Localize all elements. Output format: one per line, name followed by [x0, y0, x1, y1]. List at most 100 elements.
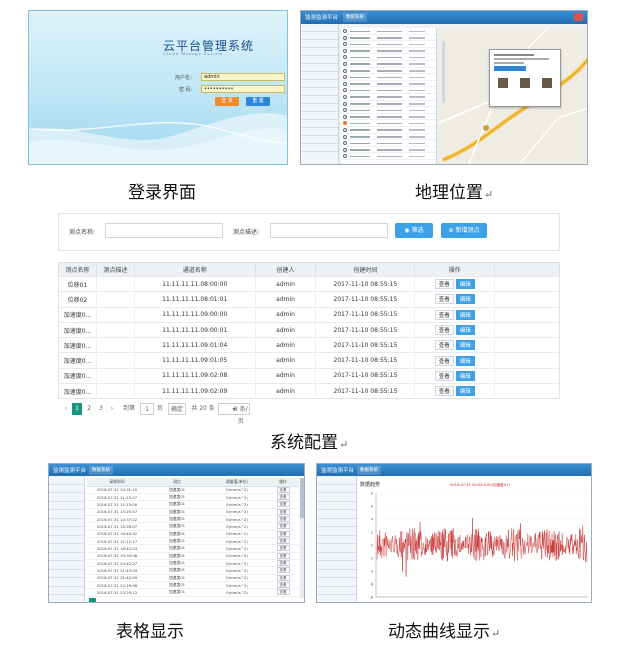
list-item[interactable]	[341, 127, 436, 134]
table-cell: admin	[255, 306, 317, 323]
edit-button[interactable]: 编辑	[455, 325, 475, 336]
list-item[interactable]	[341, 41, 436, 48]
edit-button[interactable]: 编辑	[455, 355, 475, 366]
edit-button[interactable]: 编辑	[455, 309, 475, 320]
point-name-input[interactable]	[105, 223, 223, 238]
list-item[interactable]	[341, 54, 436, 61]
view-button[interactable]: 查看	[276, 508, 290, 515]
list-item[interactable]	[341, 87, 436, 94]
page-1-button[interactable]: 1	[72, 403, 82, 415]
add-point-button[interactable]: ⊕ 新增测点	[441, 223, 487, 238]
point-name: 加速度01	[147, 544, 207, 553]
view-button[interactable]: 查看	[276, 589, 290, 596]
view-button[interactable]: 查看	[276, 582, 290, 589]
view-button[interactable]: 查看	[276, 486, 290, 493]
next-page-icon[interactable]: ›	[108, 403, 116, 415]
list-item[interactable]	[341, 48, 436, 55]
view-button[interactable]: 查看	[276, 538, 290, 545]
view-button[interactable]: 查看	[434, 370, 454, 381]
page-3-button[interactable]: 3	[96, 403, 106, 415]
list-item[interactable]	[341, 107, 436, 114]
table-cell-empty	[494, 367, 560, 384]
view-button[interactable]: 查看	[276, 560, 290, 567]
list-item[interactable]	[341, 74, 436, 81]
list-item[interactable]	[341, 120, 436, 127]
view-button[interactable]: 查看	[276, 501, 290, 508]
view-button[interactable]: 查看	[276, 545, 290, 552]
point-name: 加速度01	[147, 552, 207, 560]
list-item[interactable]	[341, 101, 436, 108]
view-button[interactable]: 查看	[434, 340, 454, 351]
table-cell: admin	[255, 291, 317, 308]
view-button[interactable]: 查看	[434, 355, 454, 366]
table-cell: 11.11.11.11.08:01:01	[134, 291, 256, 308]
list-item[interactable]	[341, 134, 436, 141]
list-item[interactable]	[341, 140, 436, 147]
view-button[interactable]: 查看	[434, 325, 454, 336]
table-cell: admin	[255, 321, 317, 338]
view-button[interactable]: 查看	[276, 516, 290, 523]
row-actions: 查看 编辑	[414, 383, 496, 399]
filter-button[interactable]: ◉ 筛选	[395, 223, 433, 238]
list-item[interactable]	[341, 94, 436, 101]
table-row: 2016-07-31 20:42:27 加速度01 0(mm/s^2) 查看	[87, 559, 299, 568]
view-button[interactable]: 查看	[276, 494, 290, 501]
col-header: 测点描述	[96, 262, 135, 277]
page-number-input[interactable]: 1	[140, 403, 154, 415]
view-button[interactable]: 查看	[434, 279, 454, 290]
view-button[interactable]: 查看	[276, 530, 290, 537]
list-item[interactable]	[341, 81, 436, 88]
row-actions: 查看	[267, 500, 299, 509]
scrollbar[interactable]	[300, 478, 304, 598]
list-item[interactable]	[341, 114, 436, 121]
list-item[interactable]	[341, 68, 436, 75]
point-desc-input[interactable]	[270, 223, 388, 238]
table-row: 2016-07-31 16:40:42 加速度01 0(mm/s^2) 查看	[87, 530, 299, 538]
app-tab[interactable]: 数据系统	[357, 466, 381, 475]
list-item[interactable]	[341, 28, 436, 35]
app-tab[interactable]: 数据系统	[89, 466, 113, 475]
edit-button[interactable]: 编辑	[455, 386, 475, 397]
view-button[interactable]: 查看	[434, 294, 454, 305]
view-button[interactable]: 查看	[276, 523, 290, 530]
table-row: 加速度0... 11.11.11.11.09:02:08 admin 2017-11-…	[58, 367, 560, 384]
row-actions: 查看	[267, 559, 299, 568]
chart-title: 数据趋势	[360, 481, 380, 488]
edit-button[interactable]: 编辑	[455, 279, 475, 290]
edit-button[interactable]: 编辑	[455, 294, 475, 305]
page-size-select[interactable]: 8 条/页 ▾	[218, 403, 250, 425]
reset-button[interactable]: 重 置	[246, 97, 270, 106]
view-button[interactable]: 查看	[434, 309, 454, 320]
table-cell: 位移01	[58, 275, 97, 292]
view-button[interactable]: 查看	[434, 386, 454, 397]
list-item[interactable]	[341, 61, 436, 68]
col-header: 测点	[147, 478, 207, 487]
list-item[interactable]	[341, 153, 436, 160]
login-button[interactable]: 登 录	[215, 97, 239, 106]
list-item[interactable]	[341, 35, 436, 42]
list-item[interactable]	[341, 147, 436, 154]
table-cell: 2017-11-10 08:55:15	[315, 291, 416, 308]
prev-page-icon[interactable]: ‹	[62, 403, 70, 415]
measured-value: 0(mm/s^2)	[207, 581, 267, 590]
edit-button[interactable]: 编辑	[455, 340, 475, 351]
view-button[interactable]: 查看	[276, 567, 290, 574]
username-input[interactable]: admin	[201, 73, 285, 81]
edit-button[interactable]: 编辑	[455, 370, 475, 381]
view-button[interactable]: 查看	[276, 574, 290, 581]
row-actions: 查看	[267, 486, 299, 494]
close-icon[interactable]	[574, 13, 583, 21]
sample-time: 2016-07-31 15:28:07	[87, 522, 147, 531]
app-tab[interactable]: 数据系统	[343, 13, 367, 22]
table-cell: 11.11.11.11.09:02:09	[134, 383, 256, 399]
password-input[interactable]: ••••••••••	[201, 85, 285, 93]
measured-value: 0(mm/s^2)	[207, 515, 267, 524]
table-cell: 11.11.11.11.09:00:00	[134, 306, 256, 323]
view-button[interactable]: 查看	[276, 552, 290, 559]
page-2-button[interactable]: 2	[84, 403, 94, 415]
sample-time: 2016-07-31 23:20:12	[87, 588, 147, 597]
y-tick-label: -8	[369, 596, 373, 600]
table-cell-empty	[494, 275, 560, 292]
table-row: 加速度0... 11.11.11.11.09:00:01 admin 2017-11-…	[58, 321, 560, 338]
goto-confirm-button[interactable]: 确定	[168, 403, 186, 415]
